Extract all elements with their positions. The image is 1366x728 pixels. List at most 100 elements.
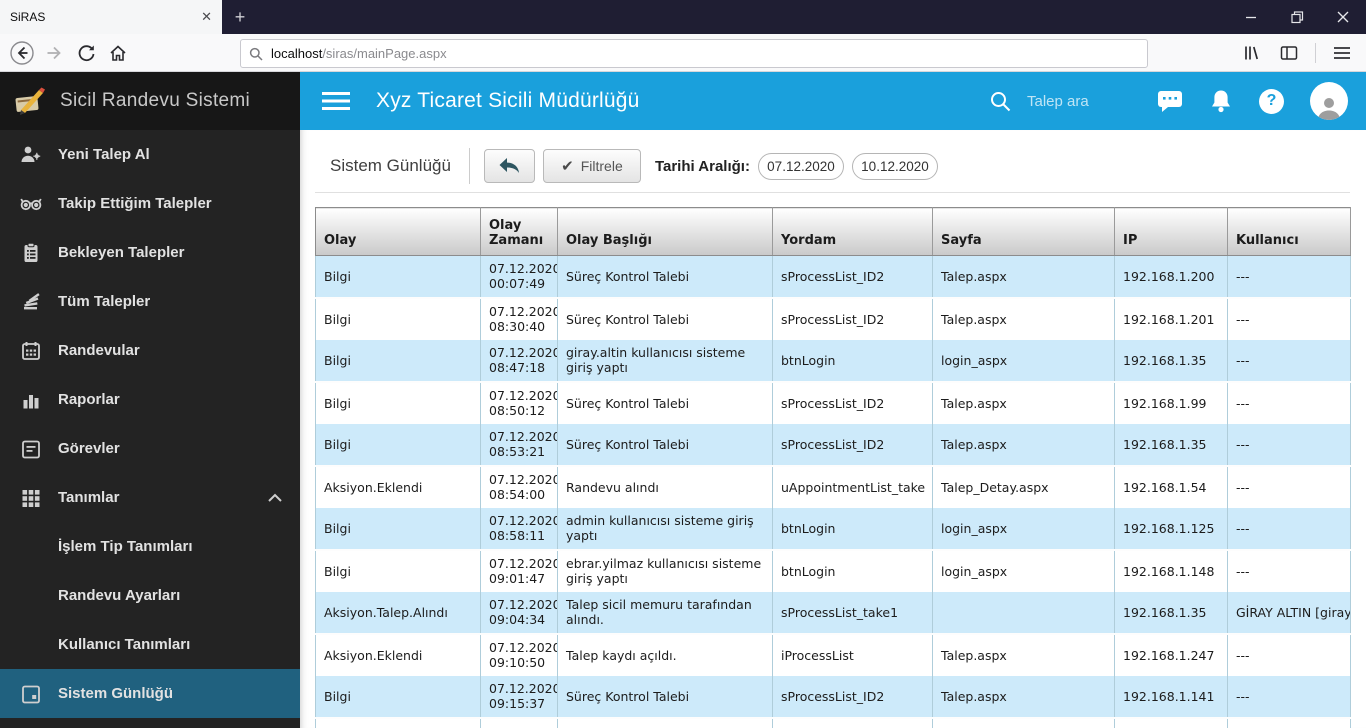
sidebar-item-randevular[interactable]: Randevular — [0, 326, 300, 375]
cell-kullanici: --- — [1227, 507, 1351, 551]
sidebar-item-yeni-talep-al[interactable]: Yeni Talep Al — [0, 130, 300, 179]
browser-tab[interactable]: SiRAS ✕ — [0, 0, 222, 34]
library-icon[interactable] — [1235, 37, 1267, 69]
date-to-input[interactable]: 10.12.2020 — [851, 152, 938, 180]
cell-zaman: 07.12.2020 08:58:11 — [480, 507, 558, 551]
table-row[interactable]: Bilgi07.12.2020Süreç Kontrol TalebisProc… — [315, 717, 1351, 728]
sidebar-item-takip-ettiğim-talepler[interactable]: Takip Ettiğim Talepler — [0, 179, 300, 228]
table-row[interactable]: Bilgi 07.12.2020 08:58:11 admin kullanıcıs… — [315, 507, 1351, 551]
navbar-separator — [1315, 43, 1316, 63]
back-button[interactable] — [483, 149, 535, 183]
cell-olay: Aksiyon.Eklendi — [315, 633, 481, 676]
cell-kullanici: --- — [1227, 381, 1351, 424]
close-icon[interactable] — [1320, 0, 1366, 34]
reload-icon[interactable] — [70, 37, 102, 69]
search-box[interactable]: Talep ara — [990, 72, 1089, 130]
cell-kullanici: --- — [1227, 465, 1351, 508]
user-avatar[interactable] — [1310, 82, 1348, 120]
cell-zaman: 07.12.2020 08:47:18 — [480, 339, 558, 383]
cell-baslik: Talep sicil memuru tarafından alındı. — [557, 591, 773, 635]
filter-button[interactable]: ✔ Filtrele — [542, 149, 641, 183]
table-row[interactable]: Bilgi 07.12.2020 08:50:12 Süreç Kontrol Ta… — [315, 381, 1351, 424]
browser-titlebar: SiRAS ✕ + — [0, 0, 1366, 34]
sidebar-menu: Yeni Talep Al Takip Ettiğim Talepler Bekle… — [0, 130, 300, 718]
cell-yordam: sProcessList_ID2 — [772, 381, 933, 424]
sidebar-item-label: Randevular — [58, 342, 140, 359]
bar-chart-icon — [18, 388, 44, 412]
sidebar-toggle-icon[interactable] — [1273, 37, 1305, 69]
new-tab-button[interactable]: + — [222, 0, 258, 34]
binoculars-icon — [18, 192, 44, 216]
cell-olay: Aksiyon.Eklendi — [315, 465, 481, 508]
url-bar[interactable]: localhost/siras/mainPage.aspx — [240, 39, 1148, 68]
cell-yordam: btnLogin — [772, 549, 933, 592]
cell-baslik: Süreç Kontrol Talebi — [557, 297, 773, 340]
table-row[interactable]: Bilgi 07.12.2020 09:15:37 Süreç Kontrol Ta… — [315, 675, 1351, 719]
search-placeholder: Talep ara — [1027, 92, 1089, 110]
sidebar-item-kullanıcı-tanımları[interactable]: Kullanıcı Tanımları — [0, 620, 300, 669]
sidebar-item-i-şlem-tip-tanımları[interactable]: İşlem Tip Tanımları — [0, 522, 300, 571]
cell-baslik: Süreç Kontrol Talebi — [557, 381, 773, 424]
restore-icon[interactable] — [1274, 0, 1320, 34]
main-content: Sistem Günlüğü ✔ Filtrele Tarihi Aralığı… — [300, 130, 1366, 728]
search-icon — [249, 47, 263, 61]
hamburger-icon[interactable] — [322, 91, 350, 111]
cell-olay: Aksiyon.Talep.Alındı — [315, 591, 481, 635]
back-icon[interactable] — [6, 37, 38, 69]
browser-navbar: localhost/siras/mainPage.aspx — [0, 34, 1366, 72]
sidebar-item-label: Bekleyen Talepler — [58, 244, 185, 261]
sidebar-item-label: Randevu Ayarları — [58, 587, 181, 604]
table-row[interactable]: Bilgi 07.12.2020 08:47:18 giray.altin kull… — [315, 339, 1351, 383]
bell-icon[interactable] — [1209, 88, 1233, 114]
cell-kullanici: --- — [1227, 675, 1351, 719]
cell-sayfa: login_aspx — [932, 507, 1115, 551]
col-header-kullanici[interactable]: Kullanıcı — [1227, 207, 1351, 256]
cell-zaman: 07.12.2020 09:04:34 — [480, 591, 558, 635]
minimize-icon[interactable] — [1228, 0, 1274, 34]
table-row[interactable]: Aksiyon.Eklendi 07.12.2020 09:10:50 Talep … — [315, 633, 1351, 676]
sidebar-item-görevler[interactable]: Görevler — [0, 424, 300, 473]
col-header-baslik[interactable]: Olay Başlığı — [557, 207, 773, 256]
table-row[interactable]: Bilgi 07.12.2020 08:30:40 Süreç Kontrol Ta… — [315, 297, 1351, 340]
col-header-olay[interactable]: Olay — [315, 207, 481, 256]
home-icon[interactable] — [102, 37, 134, 69]
sidebar-item-tüm-talepler[interactable]: Tüm Talepler — [0, 277, 300, 326]
page-toolbar: Sistem Günlüğü ✔ Filtrele Tarihi Aralığı… — [300, 140, 1366, 192]
table-row[interactable]: Bilgi 07.12.2020 00:07:49 Süreç Kontrol Ta… — [315, 255, 1351, 299]
col-header-ip[interactable]: IP — [1114, 207, 1228, 256]
table-row[interactable]: Aksiyon.Talep.Alındı 07.12.2020 09:04:34 T… — [315, 591, 1351, 635]
cell-olay: Bilgi — [315, 255, 481, 299]
col-header-sayfa[interactable]: Sayfa — [932, 207, 1115, 256]
cell-zaman: 07.12.2020 09:15:37 — [480, 675, 558, 719]
col-header-zaman[interactable]: Olay Zamanı — [480, 207, 558, 256]
chevron-up-icon — [268, 493, 282, 502]
cell-olay: Bilgi — [315, 297, 481, 340]
sidebar-item-raporlar[interactable]: Raporlar — [0, 375, 300, 424]
cell-yordam: sProcessList_ID2 — [772, 717, 933, 728]
help-icon[interactable]: ? — [1259, 88, 1284, 114]
search-icon — [991, 91, 1011, 111]
menu-icon[interactable] — [1326, 37, 1358, 69]
cell-yordam: uAppointmentList_take — [772, 465, 933, 508]
cell-sayfa: login_aspx — [932, 549, 1115, 592]
table-row[interactable]: Bilgi 07.12.2020 09:01:47 ebrar.yilmaz kul… — [315, 549, 1351, 592]
sidebar-item-label: Yeni Talep Al — [58, 146, 150, 163]
clipboard-icon — [18, 241, 44, 265]
sidebar-item-randevu-ayarları[interactable]: Randevu Ayarları — [0, 571, 300, 620]
forward-icon[interactable] — [38, 37, 70, 69]
cell-zaman: 07.12.2020 — [480, 717, 558, 728]
col-header-yordam[interactable]: Yordam — [772, 207, 933, 256]
date-from-input[interactable]: 07.12.2020 — [757, 152, 844, 180]
sidebar-item-tanımlar[interactable]: Tanımlar — [0, 473, 300, 522]
sidebar-item-sistem-günlüğü[interactable]: Sistem Günlüğü — [0, 669, 300, 718]
appbar-icons: ? — [1157, 72, 1348, 130]
tab-close-icon[interactable]: ✕ — [201, 9, 212, 25]
table-row[interactable]: Aksiyon.Eklendi 07.12.2020 08:54:00 Randev… — [315, 465, 1351, 508]
table-row[interactable]: Bilgi 07.12.2020 08:53:21 Süreç Kontrol Ta… — [315, 423, 1351, 467]
cell-zaman: 07.12.2020 09:10:50 — [480, 633, 558, 676]
cell-sayfa: Talep.aspx — [932, 633, 1115, 676]
log-table: Olay Olay Zamanı Olay Başlığı Yordam Sayfa IP… — [315, 207, 1351, 728]
sidebar-item-bekleyen-talepler[interactable]: Bekleyen Talepler — [0, 228, 300, 277]
chat-icon[interactable] — [1157, 89, 1183, 113]
cell-olay: Bilgi — [315, 717, 481, 728]
